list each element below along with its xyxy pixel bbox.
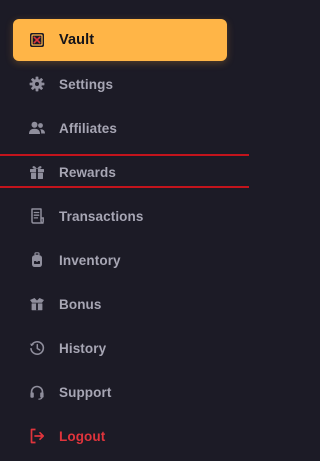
- headset-icon: [27, 382, 47, 402]
- box-icon: [27, 294, 47, 314]
- sidebar-menu: Vault Settings Affiliates Rewards Transa…: [0, 0, 249, 461]
- receipt-icon: [27, 206, 47, 226]
- menu-item-rewards-label: Rewards: [59, 164, 116, 180]
- menu-item-logout-label: Logout: [59, 428, 106, 444]
- menu-item-vault-label: Vault: [59, 32, 95, 48]
- vault-icon: [27, 30, 47, 50]
- gift-icon: [27, 162, 47, 182]
- backpack-icon: [27, 250, 47, 270]
- menu-item-support[interactable]: Support: [13, 371, 227, 413]
- menu-item-transactions[interactable]: Transactions: [13, 195, 227, 237]
- menu-item-affiliates[interactable]: Affiliates: [13, 107, 227, 149]
- menu-item-bonus[interactable]: Bonus: [13, 283, 227, 325]
- menu-item-inventory-label: Inventory: [59, 252, 121, 268]
- menu-item-inventory[interactable]: Inventory: [13, 239, 227, 281]
- menu-item-bonus-label: Bonus: [59, 296, 102, 312]
- menu-item-settings[interactable]: Settings: [13, 63, 227, 105]
- gear-icon: [27, 74, 47, 94]
- menu-item-rewards[interactable]: Rewards: [13, 151, 227, 193]
- history-icon: [27, 338, 47, 358]
- menu-item-history[interactable]: History: [13, 327, 227, 369]
- menu-item-logout[interactable]: Logout: [13, 415, 227, 457]
- menu-item-support-label: Support: [59, 384, 112, 400]
- users-icon: [27, 118, 47, 138]
- logout-icon: [27, 426, 47, 446]
- menu-item-history-label: History: [59, 340, 107, 356]
- menu-item-settings-label: Settings: [59, 76, 114, 92]
- menu-item-transactions-label: Transactions: [59, 208, 144, 224]
- menu-item-affiliates-label: Affiliates: [59, 120, 118, 136]
- menu-item-vault[interactable]: Vault: [13, 19, 227, 61]
